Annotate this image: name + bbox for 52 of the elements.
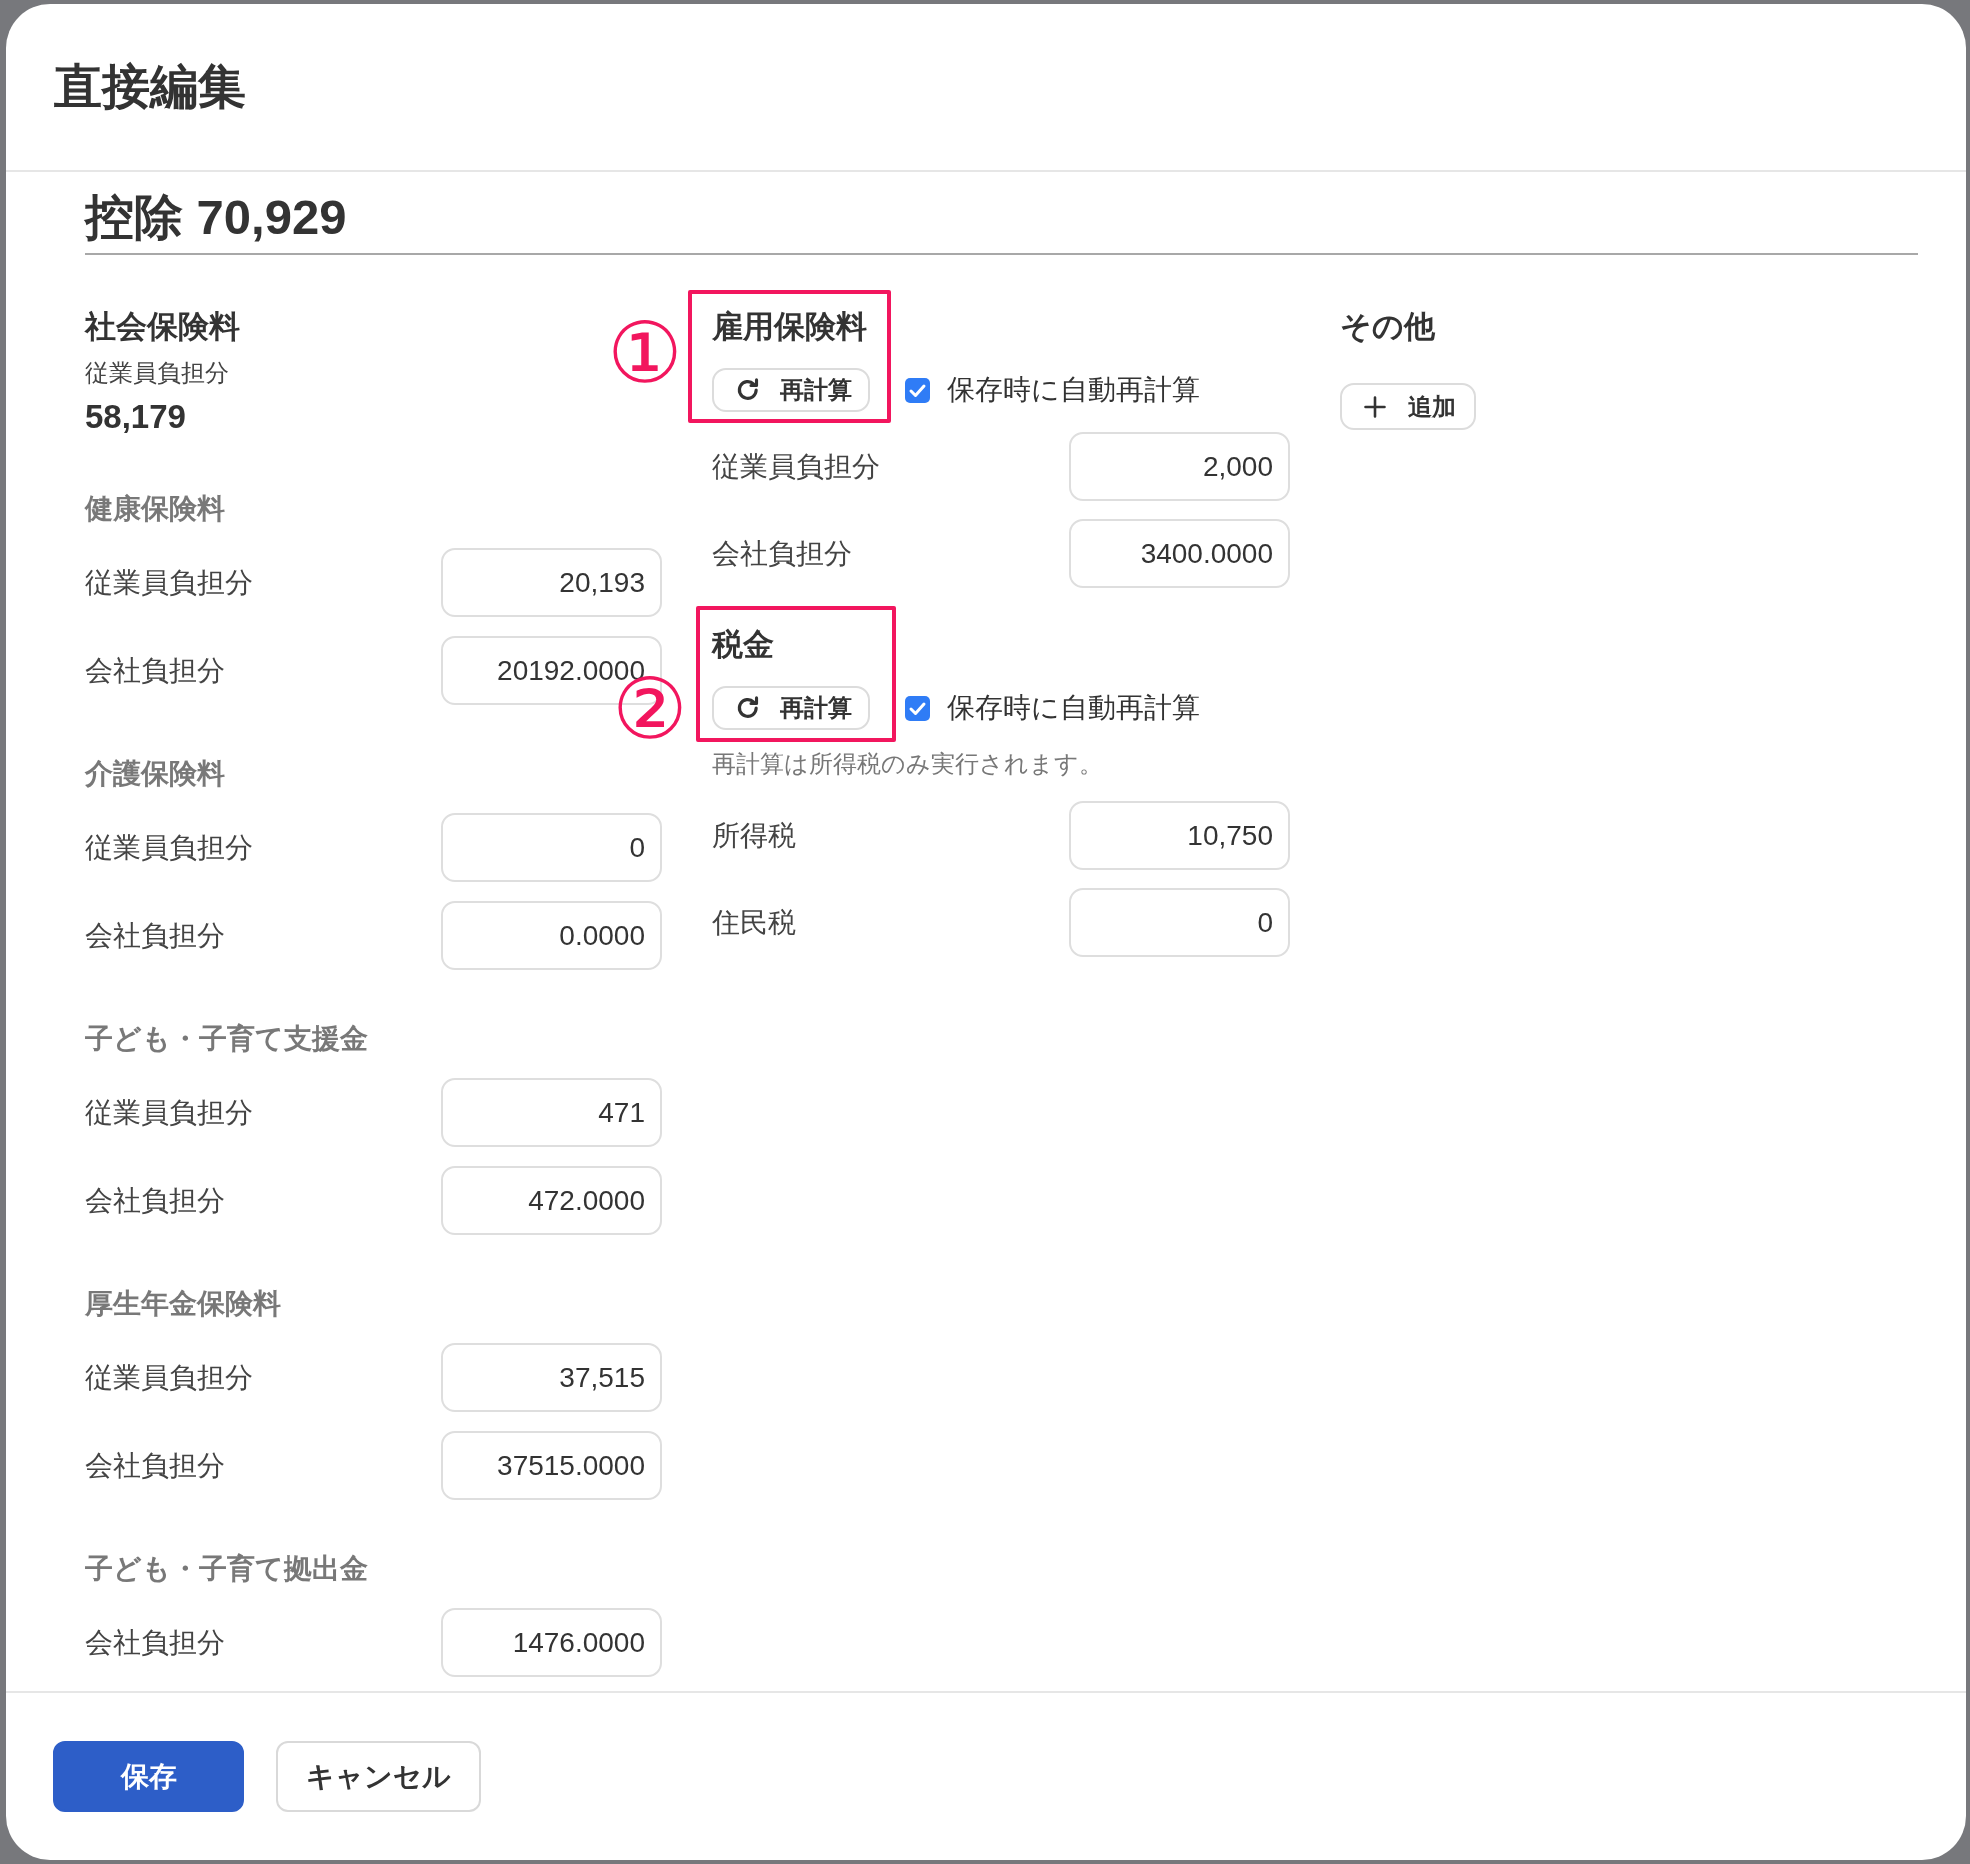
field-label: 会社負担分	[85, 1448, 225, 1483]
group-heading: 介護保険料	[85, 758, 225, 790]
amount-field[interactable]: 37515.0000	[441, 1431, 662, 1500]
field-label: 会社負担分	[712, 536, 852, 571]
group-heading: 健康保険料	[85, 493, 225, 525]
section-heading: 雇用保険料	[712, 309, 867, 345]
annotation-marker: ①	[607, 311, 683, 395]
section-subtitle: 従業員負担分	[85, 360, 229, 386]
amount-field[interactable]: 0	[1069, 888, 1290, 957]
recalculate-button[interactable]: 再計算	[712, 368, 870, 412]
section-heading: その他	[1340, 309, 1435, 345]
amount-field[interactable]: 471	[441, 1078, 662, 1147]
amount-field[interactable]: 3400.0000	[1069, 519, 1290, 588]
checkbox[interactable]	[905, 695, 930, 721]
add-button[interactable]: 追加	[1340, 383, 1476, 430]
field-label: 従業員負担分	[85, 565, 253, 600]
refresh-icon	[736, 696, 760, 720]
field-label: 所得税	[712, 818, 796, 853]
dialog-title: 直接編集	[54, 59, 246, 115]
summary-heading: 控除 70,929	[85, 191, 347, 243]
amount-field[interactable]: 472.0000	[441, 1166, 662, 1235]
field-label: 従業員負担分	[85, 1360, 253, 1395]
field-label: 会社負担分	[85, 1625, 225, 1660]
amount-field[interactable]: 2,000	[1069, 432, 1290, 501]
field-label: 従業員負担分	[85, 830, 253, 865]
checkbox-label[interactable]: 保存時に自動再計算	[947, 691, 1200, 725]
plus-icon	[1364, 395, 1386, 418]
help-text: 再計算は所得税のみ実行されます。	[712, 751, 1103, 777]
amount-field[interactable]: 20,193	[441, 548, 662, 617]
field-label: 会社負担分	[85, 1183, 225, 1218]
cancel-button[interactable]: キャンセル	[276, 1741, 481, 1812]
field-label: 会社負担分	[85, 653, 225, 688]
field-label: 従業員負担分	[712, 449, 880, 484]
amount-field[interactable]: 1476.0000	[441, 1608, 662, 1677]
refresh-icon	[736, 378, 760, 402]
group-heading: 子ども・子育て支援金	[85, 1023, 368, 1055]
save-button[interactable]: 保存	[53, 1741, 244, 1812]
amount-field[interactable]: 0	[441, 813, 662, 882]
section-heading: 社会保険料	[85, 309, 240, 345]
field-label: 住民税	[712, 905, 796, 940]
amount-field[interactable]: 0.0000	[441, 901, 662, 970]
group-heading: 厚生年金保険料	[85, 1288, 281, 1320]
checkbox[interactable]	[905, 377, 930, 403]
amount-field[interactable]: 10,750	[1069, 801, 1290, 870]
group-heading: 子ども・子育て拠出金	[85, 1553, 368, 1585]
field-label: 会社負担分	[85, 918, 225, 953]
recalculate-button[interactable]: 再計算	[712, 686, 870, 730]
section-heading: 税金	[712, 627, 774, 663]
checkbox-label[interactable]: 保存時に自動再計算	[947, 373, 1200, 407]
field-label: 従業員負担分	[85, 1095, 253, 1130]
amount-field[interactable]: 37,515	[441, 1343, 662, 1412]
section-total: 58,179	[85, 399, 186, 435]
